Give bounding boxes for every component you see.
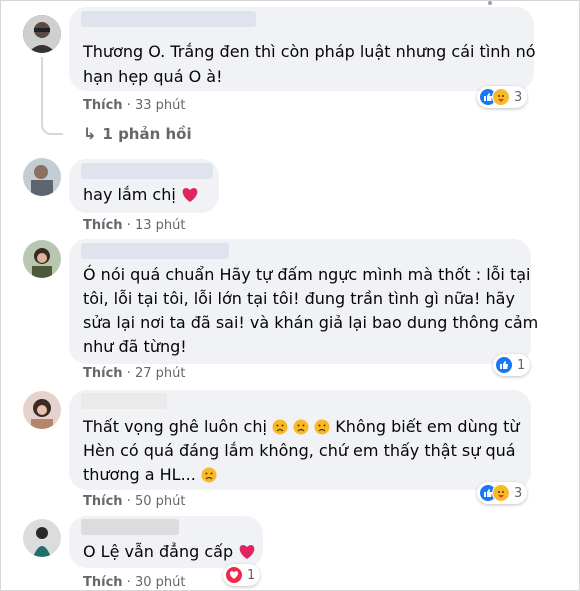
love-icon [225,566,243,584]
comment-meta: Thích · 33 phút [83,98,186,113]
heart-icon [239,545,255,559]
comment-meta: Thích · 27 phút [83,366,186,381]
reply-arrow-icon: ↳ [83,124,97,143]
comment-text: tôi, lỗi tại tôi, lỗi lớn tại tôi! đung … [83,289,515,308]
timestamp[interactable]: 27 phút [135,366,186,381]
commenter-name[interactable] [81,243,229,259]
avatar[interactable] [23,240,61,278]
care-icon [492,484,510,502]
timestamp[interactable]: 33 phút [135,98,186,113]
comment-text: Ó nói quá chuẩn Hãy tự đấm ngực mình mà … [83,265,531,284]
comment-text: như đã từng! [83,337,187,356]
comment-text: Thương O. Trắng đen thì còn pháp luật nh… [83,42,536,61]
like-button[interactable]: Thích [83,494,123,509]
comment-meta: Thích · 50 phút [83,494,186,509]
reaction-summary[interactable]: 1 [493,354,531,376]
avatar[interactable] [23,158,61,196]
like-button[interactable]: Thích [83,218,123,233]
avatar[interactable] [23,519,61,557]
sad-emoji-icon [201,467,217,483]
like-button[interactable]: Thích [83,98,123,113]
comment-text: hạn hẹp quá O à! [83,67,223,86]
reaction-summary[interactable]: 1 [223,564,261,586]
comment-text: Hèn có quá đáng lắm không, chứ em thấy t… [83,441,516,460]
commenter-name[interactable] [81,393,167,409]
commenter-name[interactable] [81,163,213,179]
commenter-name[interactable] [81,11,256,27]
reaction-summary[interactable]: 3 [477,86,528,108]
comment-text: O Lệ vẫn đẳng cấp [83,538,256,565]
reaction-count: 3 [514,89,523,105]
comment-meta: Thích · 13 phút [83,218,186,233]
sad-emoji-icon [293,419,309,435]
reaction-summary[interactable]: 3 [477,482,528,504]
avatar[interactable] [23,15,61,53]
sad-emoji-icon [314,419,330,435]
like-icon [495,356,513,374]
comments-panel: Thương O. Trắng đen thì còn pháp luật nh… [0,0,580,591]
avatar[interactable] [23,391,61,429]
like-button[interactable]: Thích [83,575,123,590]
timestamp[interactable]: 13 phút [135,218,186,233]
more-options-icon[interactable] [488,1,492,5]
reaction-count: 1 [517,357,526,373]
comment-text: Thất vọng ghê luôn chị Không biết em dùn… [83,417,520,436]
care-icon [492,88,510,106]
view-replies-link[interactable]: ↳ 1 phản hồi [83,124,192,143]
timestamp[interactable]: 50 phút [135,494,186,509]
comment-text: hay lắm chị [83,181,199,208]
heart-icon [182,188,198,202]
sad-emoji-icon [272,419,288,435]
comment-meta: Thích · 30 phút [83,575,186,590]
like-button[interactable]: Thích [83,366,123,381]
comment-text: thương a HL... [83,461,217,488]
reaction-count: 3 [514,485,523,501]
timestamp[interactable]: 30 phút [135,575,186,590]
commenter-name[interactable] [81,519,179,535]
comment-text: sửa lại nơi ta đã sai! và khán giả lại b… [83,313,539,332]
thread-line [41,57,63,135]
reaction-count: 1 [247,567,256,583]
